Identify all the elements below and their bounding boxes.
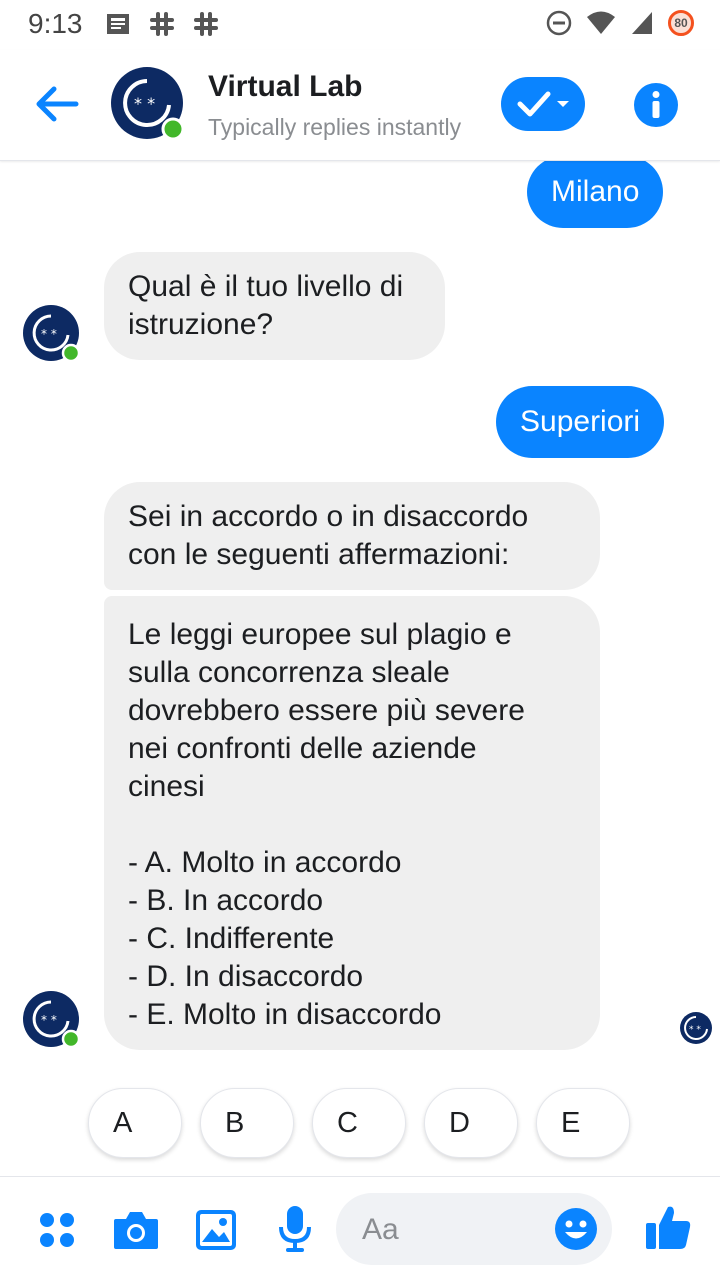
battery-saver-icon: 80 [668,10,694,36]
svg-text:* *: * * [41,1013,57,1027]
signal-icon [632,12,652,34]
message-list[interactable]: Milano Qual è il tuo livello di istruzio… [0,160,720,1060]
quick-reply-c[interactable]: C [312,1088,406,1158]
outgoing-message: Milano [527,160,664,228]
back-arrow-icon[interactable] [30,80,82,128]
svg-text:* *: * * [134,94,155,113]
incoming-message: Le leggi europee sul plagio e sulla conc… [104,596,600,1050]
conversation-subtitle: Typically replies instantly [208,114,462,140]
svg-text:* *: * * [41,327,57,341]
conversation-header: * * Virtual Lab Typically replies instan… [0,50,720,161]
status-bar: 9:13 80 [0,0,720,50]
message-input[interactable] [360,1193,544,1267]
news-icon [107,14,129,34]
info-icon[interactable] [633,82,679,128]
bot-avatar-small[interactable]: * * [23,305,81,363]
mic-icon[interactable] [277,1205,313,1253]
seen-receipt-icon: * * [680,1012,712,1044]
camera-icon[interactable] [112,1209,160,1251]
incoming-message: Qual è il tuo livello di istruzione? [104,252,445,360]
system-icons: 80 [546,10,694,36]
bot-avatar[interactable]: * * [111,67,185,141]
do-not-disturb-icon [546,10,572,36]
quick-reply-a[interactable]: A [88,1088,182,1158]
thumbs-up-icon[interactable] [644,1203,692,1253]
slack-icon [150,12,174,36]
check-menu-button[interactable] [501,77,585,131]
wifi-icon [587,11,615,34]
apps-icon[interactable] [38,1211,76,1249]
image-icon[interactable] [195,1209,237,1251]
incoming-message: Sei in accordo o in disaccordo con le se… [104,482,600,590]
chevron-down-icon [557,101,569,107]
check-icon [517,91,551,117]
status-time: 9:13 [28,8,83,39]
quick-reply-e[interactable]: E [536,1088,630,1158]
message-input-wrapper [336,1193,612,1267]
slack-icon [194,12,218,36]
quick-replies: A B C D E [88,1088,630,1158]
emoji-icon[interactable] [554,1207,598,1251]
outgoing-message: Superiori [496,386,665,458]
conversation-title: Virtual Lab [208,70,363,103]
svg-text:* *: * * [689,1025,701,1035]
quick-reply-b[interactable]: B [200,1088,294,1158]
composer-bar [0,1176,720,1281]
quick-reply-d[interactable]: D [424,1088,518,1158]
bot-avatar-small[interactable]: * * [23,991,81,1049]
notification-icons [104,10,220,38]
